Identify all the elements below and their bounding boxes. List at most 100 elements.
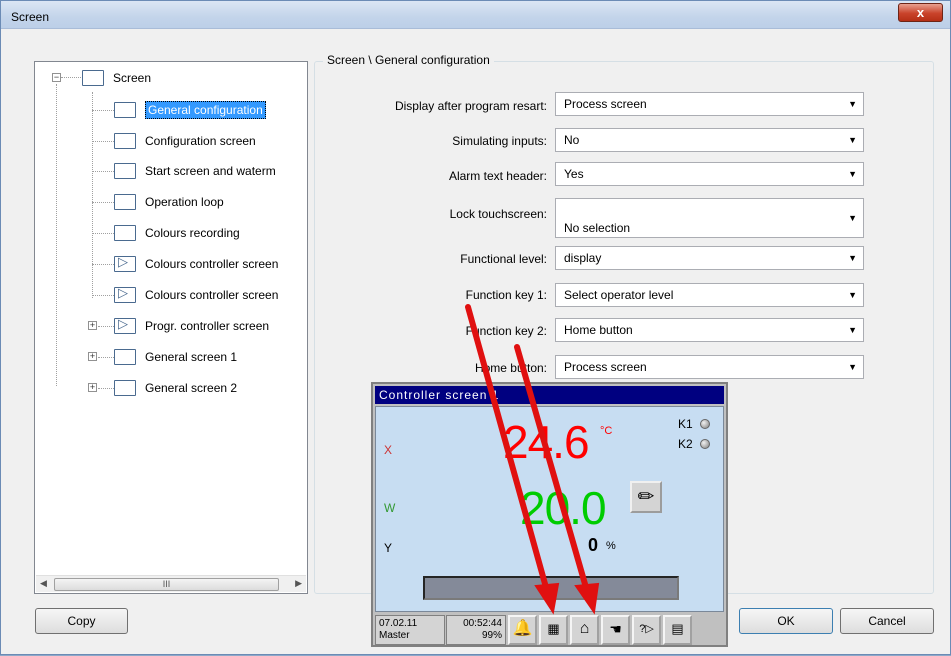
display-after-restart-label: Display after program resart: <box>394 99 547 113</box>
dropdown-arrow-icon[interactable]: ▼ <box>848 284 857 306</box>
function-key-2-label: Function key 2: <box>465 324 547 338</box>
controller-screen-title: Controller screen 1 <box>375 386 724 404</box>
tree-item-general-screen-1[interactable]: General screen 1 <box>114 346 237 368</box>
dropdown-arrow-icon[interactable]: ▼ <box>848 319 857 341</box>
dropdown-arrow-icon[interactable]: ▼ <box>848 163 857 185</box>
tree-line <box>56 84 57 386</box>
screen-icon <box>114 194 136 210</box>
select-value: Process screen <box>564 97 647 111</box>
scroll-grip: III <box>162 579 171 589</box>
tree-line <box>92 202 114 203</box>
tree-line <box>92 92 93 298</box>
tree-line <box>92 295 114 296</box>
copy-button[interactable]: Copy <box>35 608 128 634</box>
user-text: Master <box>379 630 410 641</box>
expand-icon[interactable]: + <box>88 321 97 330</box>
close-button[interactable]: x <box>898 3 943 22</box>
select-value: display <box>564 251 602 265</box>
tree-item-label: General screen 2 <box>145 381 238 395</box>
edit-pencil-icon[interactable]: ✏ <box>630 481 662 513</box>
controller-icon <box>114 316 136 334</box>
tree-item-screen[interactable]: Screen <box>82 67 151 89</box>
tree-line <box>98 357 114 358</box>
tree-line <box>92 233 114 234</box>
tree-item-colours-controller-screen-2[interactable]: Colours controller screen <box>114 284 278 306</box>
window-title: Screen <box>11 10 50 24</box>
simulating-inputs-select[interactable]: No ▼ <box>555 128 864 152</box>
tree-item-label: Screen <box>113 71 152 85</box>
controller-status-bar: 07.02.11 Master 00:52:44 99% 🔔 ▦ ⌂ ☚ ?▷ … <box>375 614 724 645</box>
expand-icon[interactable]: + <box>88 352 97 361</box>
tree-item-label: Configuration screen <box>145 134 256 148</box>
cancel-button[interactable]: Cancel <box>840 608 934 634</box>
tree-line <box>98 326 114 327</box>
manual-hand-icon[interactable]: ☚ <box>601 615 630 645</box>
scroll-thumb[interactable]: III <box>54 578 279 591</box>
screen-icon <box>82 70 104 86</box>
tree-line <box>92 264 114 265</box>
output-bar <box>423 576 679 600</box>
k2-label: K2 <box>678 437 693 451</box>
w-value: 20.0 <box>520 482 607 534</box>
ok-button[interactable]: OK <box>739 608 833 634</box>
controller-screen-body: X W Y 24.6 °C 20.0 0 % K1 K2 ✏ <box>375 406 724 612</box>
lock-touchscreen-select[interactable]: No selection ▼ <box>555 198 864 238</box>
screen-dialog: Screen x − Screen General configuration … <box>0 0 951 655</box>
x-value: 24.6 <box>503 416 590 468</box>
select-value: Select operator level <box>564 288 674 302</box>
tree-item-start-screen[interactable]: Start screen and waterm <box>114 160 304 182</box>
dropdown-arrow-icon[interactable]: ▼ <box>848 247 857 269</box>
screen-icon <box>114 225 136 241</box>
tree-item-colours-controller-screen-1[interactable]: Colours controller screen <box>114 253 278 275</box>
y-unit: % <box>606 540 616 552</box>
screen-icon <box>114 163 136 179</box>
function-key-1-select[interactable]: Select operator level ▼ <box>555 283 864 307</box>
horizontal-scrollbar[interactable]: ◀ III ▶ <box>36 575 306 592</box>
tree-item-label: Colours controller screen <box>145 288 279 302</box>
tree-panel: − Screen General configuration Configura… <box>34 61 308 594</box>
dropdown-arrow-icon[interactable]: ▼ <box>848 129 857 151</box>
controller-icon <box>114 285 136 303</box>
screen-switch-icon[interactable]: ▤ <box>663 615 692 645</box>
display-after-restart-select[interactable]: Process screen ▼ <box>555 92 864 116</box>
tree-item-operation-loop[interactable]: Operation loop <box>114 191 224 213</box>
function-key-1-label: Function key 1: <box>465 288 547 302</box>
tree-item-label: Operation loop <box>145 195 224 209</box>
help-icon[interactable]: ?▷ <box>632 615 661 645</box>
tree-item-general-configuration[interactable]: General configuration <box>114 99 266 121</box>
k1-led-icon <box>700 419 710 429</box>
select-value: Yes <box>564 167 584 181</box>
controller-icon <box>114 254 136 272</box>
w-label: W <box>384 501 396 515</box>
operator-level-icon[interactable]: ▦ <box>539 615 568 645</box>
screen-icon <box>114 380 136 396</box>
time-memory-box: 00:52:44 99% <box>446 615 506 645</box>
dropdown-arrow-icon[interactable]: ▼ <box>848 199 857 237</box>
home-button-select[interactable]: Process screen ▼ <box>555 355 864 379</box>
scroll-right-icon[interactable]: ▶ <box>295 578 302 589</box>
alarm-bell-icon[interactable]: 🔔 <box>508 615 537 645</box>
home-icon[interactable]: ⌂ <box>570 615 599 645</box>
collapse-icon[interactable]: − <box>52 73 61 82</box>
dropdown-arrow-icon[interactable]: ▼ <box>848 93 857 115</box>
date-text: 07.02.11 <box>379 618 418 629</box>
expand-icon[interactable]: + <box>88 383 97 392</box>
tree-item-general-screen-2[interactable]: General screen 2 <box>114 377 237 399</box>
functional-level-select[interactable]: display ▼ <box>555 246 864 270</box>
tree-item-label: Colours controller screen <box>145 257 279 271</box>
tree-item-configuration-screen[interactable]: Configuration screen <box>114 130 256 152</box>
y-label: Y <box>384 541 393 555</box>
dropdown-arrow-icon[interactable]: ▼ <box>848 356 857 378</box>
y-value: 0 <box>588 535 599 555</box>
lock-touchscreen-label: Lock touchscreen: <box>449 207 547 221</box>
tree-item-label: Colours recording <box>145 226 240 240</box>
group-title: Screen \ General configuration <box>323 53 494 67</box>
scroll-left-icon[interactable]: ◀ <box>40 578 47 589</box>
tree-item-label: Progr. controller screen <box>145 319 270 333</box>
screen-icon <box>114 102 136 118</box>
tree-item-progr-controller-screen[interactable]: Progr. controller screen <box>114 315 269 337</box>
alarm-text-header-select[interactable]: Yes ▼ <box>555 162 864 186</box>
tree-item-colours-recording[interactable]: Colours recording <box>114 222 240 244</box>
k1-label: K1 <box>678 417 693 431</box>
function-key-2-select[interactable]: Home button ▼ <box>555 318 864 342</box>
